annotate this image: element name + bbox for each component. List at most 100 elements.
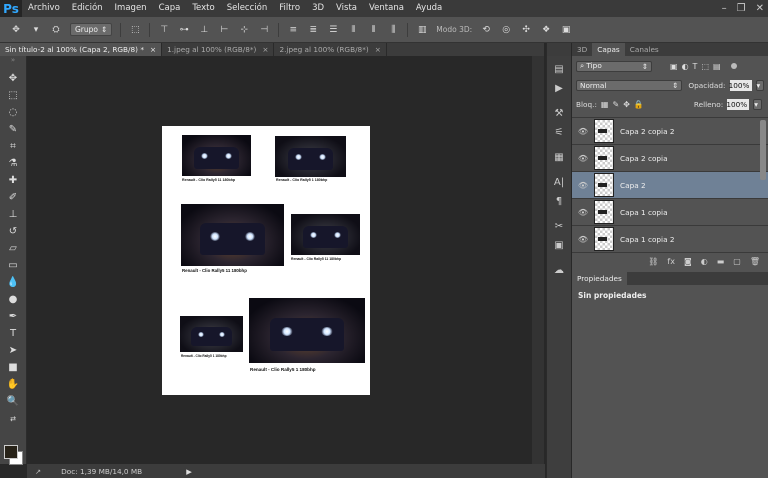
layer-filter-dropdown[interactable]: ⌕ Tipo ⇕: [576, 60, 652, 72]
new-group-icon[interactable]: ▬: [717, 257, 725, 266]
brush-presets-icon[interactable]: ⚟: [547, 123, 571, 142]
distribute-hcenter-icon[interactable]: ⦀: [367, 24, 379, 36]
lock-all-icon[interactable]: 🔒: [634, 100, 644, 109]
new-adjustment-icon[interactable]: ◐: [701, 257, 708, 266]
history-brush-tool-icon[interactable]: ↺: [0, 223, 26, 240]
tab-document-1[interactable]: Sin título-2 al 100% (Capa 2, RGB/8) * ×: [0, 43, 163, 56]
roll-3d-icon[interactable]: ◎: [500, 24, 512, 36]
blend-mode-dropdown[interactable]: Normal ⇕: [576, 80, 683, 91]
visibility-eye-icon[interactable]: 👁: [572, 235, 594, 244]
filter-shape-icon[interactable]: ⬚: [701, 62, 709, 71]
tab-capas[interactable]: Capas: [592, 43, 625, 56]
distribute-top-icon[interactable]: ≡: [287, 24, 299, 36]
menu-texto[interactable]: Texto: [186, 0, 220, 17]
menu-ventana[interactable]: Ventana: [363, 0, 410, 17]
blur-tool-icon[interactable]: 💧: [0, 274, 26, 291]
rotate-3d-icon[interactable]: ⟲: [480, 24, 492, 36]
vertical-scrollbar[interactable]: [532, 56, 544, 464]
menu-filtro[interactable]: Filtro: [273, 0, 306, 17]
auto-select-icon[interactable]: ⛭: [50, 24, 62, 36]
adjustments-panel-icon[interactable]: ⚒: [547, 104, 571, 123]
opacity-field[interactable]: 100%: [729, 80, 752, 91]
close-icon[interactable]: ×: [375, 43, 381, 56]
fill-field[interactable]: 100%: [726, 99, 750, 110]
align-hcenter-icon[interactable]: ⊹: [238, 24, 250, 36]
opacity-slider-arrow-icon[interactable]: ▾: [755, 80, 764, 91]
link-layers-icon[interactable]: ⛓: [648, 257, 658, 266]
shape-tool-icon[interactable]: ■: [0, 359, 26, 376]
tab-document-3[interactable]: 2.jpeg al 100% (RGB/8*) ×: [274, 43, 387, 56]
close-icon[interactable]: ×: [262, 43, 268, 56]
align-bottom-icon[interactable]: ⊥: [198, 24, 210, 36]
new-layer-icon[interactable]: ▢: [733, 257, 741, 266]
transform-controls-icon[interactable]: ⬚: [129, 24, 141, 36]
move-tool-icon[interactable]: ✥: [10, 24, 22, 36]
filter-toggle-icon[interactable]: [730, 63, 737, 69]
close-icon[interactable]: ✕: [756, 3, 764, 14]
dodge-tool-icon[interactable]: ●: [0, 291, 26, 308]
history-panel-icon[interactable]: ▤: [547, 60, 571, 79]
tab-canales[interactable]: Canales: [625, 43, 664, 56]
add-mask-icon[interactable]: ◙: [684, 257, 692, 266]
status-menu-arrow-icon[interactable]: ▶: [186, 467, 192, 476]
tab-document-2[interactable]: 1.jpeg al 100% (RGB/8*) ×: [162, 43, 275, 56]
libraries-panel-icon[interactable]: ☁: [547, 261, 571, 280]
menu-vista[interactable]: Vista: [330, 0, 363, 17]
distribute-right-icon[interactable]: ⫼: [387, 24, 399, 36]
clone-stamp-tool-icon[interactable]: ⊥: [0, 206, 26, 223]
auto-select-dropdown[interactable]: Grupo ⇕: [70, 23, 113, 36]
pen-tool-icon[interactable]: ✒: [0, 308, 26, 325]
delete-layer-icon[interactable]: 🗑: [750, 257, 760, 266]
lock-transparency-icon[interactable]: ▦: [601, 100, 609, 109]
menu-archivo[interactable]: Archivo: [22, 0, 66, 17]
zoom-tool-icon[interactable]: 🔍: [0, 393, 26, 410]
slide-3d-icon[interactable]: ❖: [540, 24, 552, 36]
foreground-color-swatch[interactable]: [4, 445, 18, 459]
layer-style-icon[interactable]: fx: [667, 257, 675, 266]
visibility-eye-icon[interactable]: 👁: [572, 181, 594, 190]
hand-tool-icon[interactable]: ✋: [0, 376, 26, 393]
menu-edicion[interactable]: Edición: [66, 0, 109, 17]
align-top-icon[interactable]: ⊤: [158, 24, 170, 36]
quick-select-tool-icon[interactable]: ✎: [0, 121, 26, 138]
move-tool-icon[interactable]: ✥: [0, 70, 26, 87]
align-vcenter-icon[interactable]: ⊶: [178, 24, 190, 36]
eraser-tool-icon[interactable]: ▱: [0, 240, 26, 257]
lock-pixels-icon[interactable]: ✎: [612, 100, 619, 109]
path-select-tool-icon[interactable]: ➤: [0, 342, 26, 359]
scale-3d-icon[interactable]: ▣: [560, 24, 572, 36]
visibility-eye-icon[interactable]: 👁: [572, 208, 594, 217]
share-icon[interactable]: ↗: [35, 467, 41, 476]
tab-propiedades[interactable]: Propiedades: [572, 272, 627, 285]
menu-3d[interactable]: 3D: [306, 0, 330, 17]
layer-row-selected[interactable]: 👁 Capa 2: [572, 172, 768, 199]
fill-slider-arrow-icon[interactable]: ▾: [753, 99, 763, 110]
restore-icon[interactable]: ❐: [737, 3, 746, 14]
layer-row[interactable]: 👁 Capa 2 copia 2: [572, 118, 768, 145]
filter-type-icon[interactable]: T: [693, 62, 698, 71]
menu-ayuda[interactable]: Ayuda: [410, 0, 448, 17]
minimize-icon[interactable]: –: [722, 3, 727, 14]
swap-colors-icon[interactable]: ⇄: [0, 410, 26, 427]
gradient-tool-icon[interactable]: ▭: [0, 257, 26, 274]
crop-tool-icon[interactable]: ⌗: [0, 138, 26, 155]
healing-brush-tool-icon[interactable]: ✚: [0, 172, 26, 189]
visibility-eye-icon[interactable]: 👁: [572, 154, 594, 163]
align-right-icon[interactable]: ⊣: [258, 24, 270, 36]
layers-scrollbar[interactable]: [760, 120, 766, 180]
visibility-eye-icon[interactable]: 👁: [572, 127, 594, 136]
filter-adjustment-icon[interactable]: ◐: [682, 62, 689, 71]
tab-3d[interactable]: 3D: [572, 43, 592, 56]
layer-row[interactable]: 👁 Capa 2 copia: [572, 145, 768, 172]
distribute-bottom-icon[interactable]: ☰: [327, 24, 339, 36]
layer-row[interactable]: 👁 Capa 1 copia: [572, 199, 768, 226]
menu-capa[interactable]: Capa: [153, 0, 187, 17]
filter-smart-object-icon[interactable]: ▤: [713, 62, 721, 71]
tools-presets-icon[interactable]: ✂: [547, 217, 571, 236]
menu-imagen[interactable]: Imagen: [109, 0, 153, 17]
lasso-tool-icon[interactable]: ◌: [0, 104, 26, 121]
align-left-icon[interactable]: ⊢: [218, 24, 230, 36]
type-tool-icon[interactable]: T: [0, 325, 26, 342]
collapse-icon[interactable]: »: [0, 56, 26, 70]
character-panel-icon[interactable]: A|: [547, 173, 571, 192]
